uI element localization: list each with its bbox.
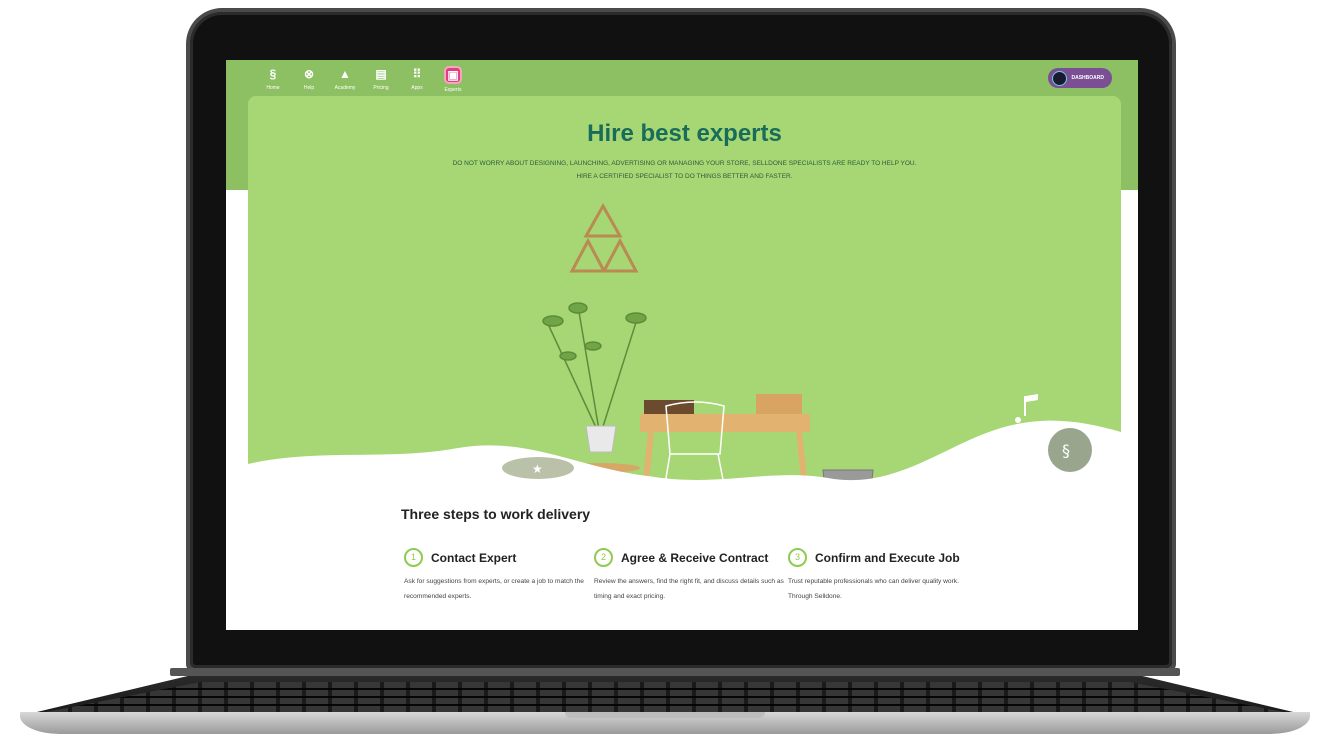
hero-card: Hire best experts DO NOT WORRY ABOUT DES… (248, 96, 1121, 516)
main-nav: § Home ⊗ Help ▲ Academy ▤ Pricing ⠿ Apps… (260, 66, 466, 93)
calculator-icon: ▤ (375, 67, 387, 81)
step-head: 3 Confirm and Execute Job (788, 548, 978, 567)
floor-wave (248, 420, 1121, 516)
top-bar: § Home ⊗ Help ▲ Academy ▤ Pricing ⠿ Apps… (226, 60, 1138, 96)
keyboard-keys (45, 682, 1285, 712)
step-title: Contact Expert (431, 550, 517, 565)
nav-item-experts[interactable]: ▣ Experts (440, 66, 466, 93)
step-1: 1 Contact Expert Ask for suggestions fro… (404, 548, 594, 604)
nav-item-home[interactable]: § Home (260, 66, 286, 93)
laptop-notch (565, 712, 765, 718)
nav-label: Experts (444, 87, 462, 93)
nav-label: Pricing (373, 85, 389, 91)
step-number-icon: 3 (788, 548, 807, 567)
dashboard-button[interactable]: DASHBOARD (1047, 68, 1112, 88)
nav-item-academy[interactable]: ▲ Academy (332, 66, 358, 93)
nav-item-pricing[interactable]: ▤ Pricing (368, 66, 394, 93)
plant (542, 302, 647, 437)
laptop-base (20, 668, 1310, 736)
nav-item-apps[interactable]: ⠿ Apps (404, 66, 430, 93)
logo-icon: § (269, 67, 277, 81)
nav-label: Academy (334, 85, 356, 91)
grid-icon: ⠿ (412, 67, 422, 81)
wall-shelf (569, 202, 639, 273)
step-2: 2 Agree & Receive Contract Review the an… (594, 548, 784, 604)
selldone-logo-icon: § (1062, 441, 1070, 460)
step-description: Trust reputable professionals who can de… (788, 578, 959, 600)
step-number-icon: 1 (404, 548, 423, 567)
step-title: Agree & Receive Contract (621, 550, 769, 565)
hero-illustration: ★ § (248, 202, 1121, 516)
experts-icon: ▣ (444, 66, 462, 84)
dashboard-label: DASHBOARD (1071, 75, 1105, 81)
steps-heading: Three steps to work delivery (401, 506, 591, 522)
step-head: 1 Contact Expert (404, 548, 594, 567)
step-3: 3 Confirm and Execute Job Trust reputabl… (788, 548, 978, 604)
nav-label: Home (266, 85, 280, 91)
star-icon: ★ (532, 462, 543, 476)
help-icon: ⊗ (303, 67, 315, 81)
laptop-screen: § Home ⊗ Help ▲ Academy ▤ Pricing ⠿ Apps… (226, 60, 1138, 630)
selldone-logo-circle (1048, 428, 1092, 472)
step-title: Confirm and Execute Job (815, 550, 960, 565)
nav-label: Help (303, 85, 315, 91)
step-description: Review the answers, find the right fit, … (594, 578, 784, 600)
graduation-cap-icon: ▲ (339, 67, 351, 81)
nav-label: Apps (411, 85, 423, 91)
avatar (1051, 70, 1067, 86)
step-description: Ask for suggestions from experts, or cre… (404, 578, 584, 600)
step-head: 2 Agree & Receive Contract (594, 548, 784, 567)
plant-pot (585, 425, 617, 453)
nav-item-help[interactable]: ⊗ Help (296, 66, 322, 93)
step-number-icon: 2 (594, 548, 613, 567)
